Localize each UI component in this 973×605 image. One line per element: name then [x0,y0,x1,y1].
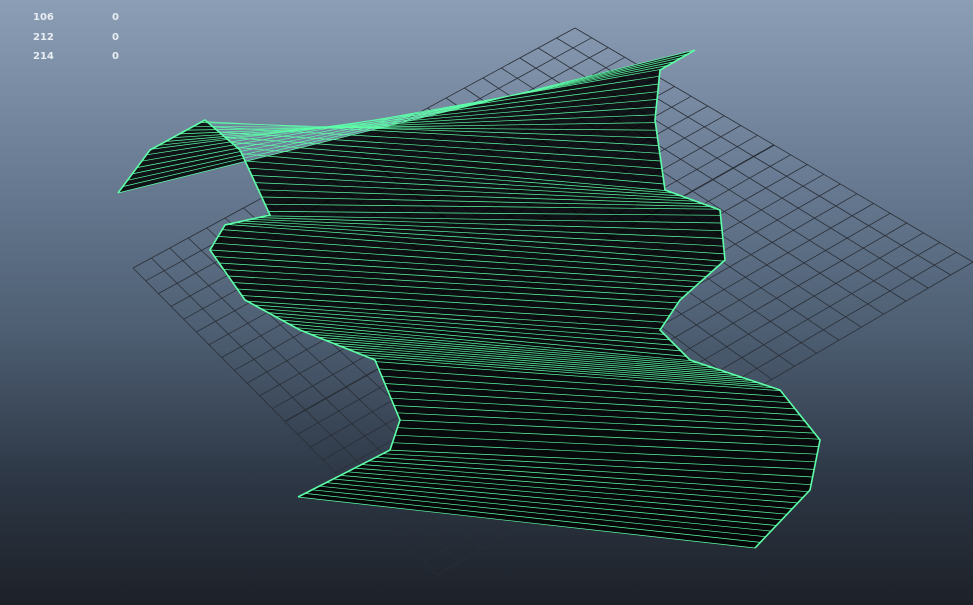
scene-canvas[interactable] [0,0,973,605]
surface-fill [118,50,820,548]
3d-viewport[interactable]: 106 0 212 0 214 0 [0,0,973,605]
lofted-surface-wireframe[interactable] [117,49,821,549]
